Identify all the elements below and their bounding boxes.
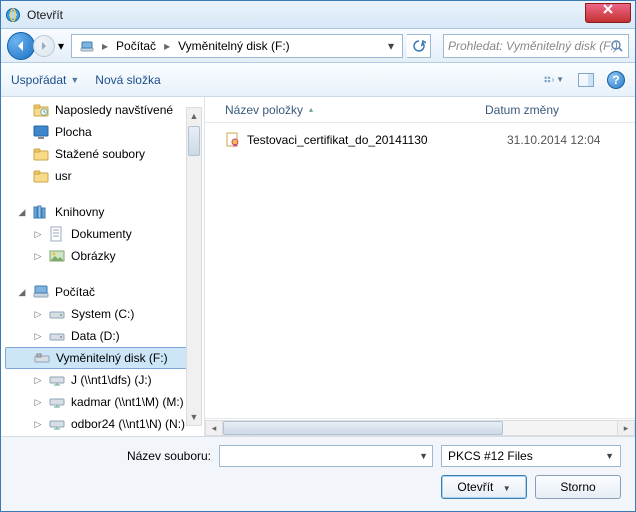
drive-icon [49,328,65,344]
view-mode-button[interactable]: ▼ [543,69,565,91]
sort-asc-icon: ▴ [309,105,313,114]
scroll-thumb[interactable] [188,126,200,156]
file-pane: Název položky ▴ Datum změny Testovaci_ce… [205,97,635,436]
forward-button[interactable] [33,35,55,57]
chevron-down-icon[interactable]: ▼ [419,451,428,461]
chevron-right-icon: ▸ [100,39,110,53]
documents-icon [49,226,65,242]
tree-item-drive-c[interactable]: ▷ System (C:) [1,303,204,325]
removable-drive-icon [34,350,50,366]
tree-item-drive-n[interactable]: ▷ odbor24 (\\nt1\N) (N:) [1,413,204,435]
titlebar: Otevřít [1,1,635,29]
network-drive-icon [49,416,65,432]
tree-item-downloads[interactable]: Stažené soubory [1,143,204,165]
file-row[interactable]: Testovaci_certifikat_do_20141130 31.10.2… [225,129,635,151]
filename-label: Název souboru: [15,449,211,463]
scroll-track[interactable] [223,420,617,436]
drive-icon [49,306,65,322]
search-placeholder: Prohledat: Vyměnitelný disk (F:) [448,39,618,53]
computer-icon [33,284,49,300]
file-date: 31.10.2014 12:04 [507,133,600,147]
breadcrumb-dropdown[interactable]: ▾ [382,39,400,53]
scroll-down-icon[interactable]: ▼ [187,409,201,425]
expander-icon[interactable]: ▷ [33,251,43,262]
tree-item-pictures[interactable]: ▷ Obrázky [1,245,204,267]
tree-item-recent[interactable]: Naposledy navštívené [1,99,204,121]
pictures-icon [49,248,65,264]
tree-item-drive-f[interactable]: Vyměnitelný disk (F:) [5,347,200,369]
expander-icon[interactable]: ▷ [33,309,43,320]
expander-icon[interactable]: ▷ [33,419,43,430]
file-list[interactable]: Testovaci_certifikat_do_20141130 31.10.2… [205,123,635,418]
footer: Název souboru: ▼ PKCS #12 Files ▼ Otevří… [1,436,635,511]
tree-item-libraries[interactable]: ◢ Knihovny [1,201,204,223]
column-name[interactable]: Název položky ▴ [225,103,485,117]
scroll-left-icon[interactable]: ◂ [205,420,223,436]
scroll-right-icon[interactable]: ▸ [617,420,635,436]
help-button[interactable]: ? [607,71,625,89]
filetype-filter[interactable]: PKCS #12 Files ▼ [441,445,621,467]
breadcrumb-segment-computer[interactable]: Počítač [110,37,162,55]
scroll-up-icon[interactable]: ▲ [187,108,201,124]
navbar: ▾ ▸ Počítač ▸ Vyměnitelný disk (F:) ▾ Pr… [1,29,635,63]
tree-item-drive-j[interactable]: ▷ J (\\nt1\dfs) (J:) [1,369,204,391]
new-folder-button[interactable]: Nová složka [95,73,160,87]
organize-button[interactable]: Uspořádat ▼ [11,73,79,87]
breadcrumb-segment-drive[interactable]: Vyměnitelný disk (F:) [172,37,296,55]
expander-icon[interactable]: ◢ [17,287,27,298]
column-date[interactable]: Datum změny [485,103,635,117]
scroll-thumb[interactable] [223,421,503,435]
expander-icon[interactable]: ▷ [33,397,43,408]
expander-icon[interactable]: ▷ [33,331,43,342]
certificate-icon [225,132,241,148]
search-input[interactable]: Prohledat: Vyměnitelný disk (F:) [443,34,629,58]
toolbar: Uspořádat ▼ Nová složka ▼ ? [1,63,635,97]
expander-icon[interactable]: ▷ [33,375,43,386]
refresh-button[interactable] [407,34,431,58]
back-button[interactable] [7,32,35,60]
cancel-button[interactable]: Storno [535,475,621,499]
ie-icon [5,7,21,23]
expander-icon[interactable]: ◢ [17,207,27,218]
open-button[interactable]: Otevřít ▼ [441,475,527,499]
chevron-down-icon: ▼ [70,75,79,85]
chevron-down-icon: ▼ [556,75,564,84]
tree-item-documents[interactable]: ▷ Dokumenty [1,223,204,245]
network-drive-icon [49,372,65,388]
tree-item-desktop[interactable]: Plocha [1,121,204,143]
network-drive-icon [49,394,65,410]
tree-item-usr[interactable]: usr [1,165,204,187]
open-dialog: Otevřít ▾ ▸ Počítač ▸ Vyměnitelný disk (… [0,0,636,512]
folder-icon [33,146,49,162]
nav-history-dropdown[interactable]: ▾ [55,36,67,56]
expander-icon[interactable]: ▷ [33,229,43,240]
file-name: Testovaci_certifikat_do_20141130 [247,133,501,147]
breadcrumb[interactable]: ▸ Počítač ▸ Vyměnitelný disk (F:) ▾ [71,34,403,58]
nav-buttons: ▾ [7,32,67,60]
tree-scrollbar[interactable]: ▲ ▼ [186,107,202,426]
recent-icon [33,102,49,118]
filename-input[interactable]: ▼ [219,445,433,467]
tree-item-drive-d[interactable]: ▷ Data (D:) [1,325,204,347]
breadcrumb-root-icon[interactable] [74,37,100,55]
search-icon [610,39,624,53]
chevron-right-icon: ▸ [162,39,172,53]
file-hscrollbar[interactable]: ◂ ▸ [205,418,635,436]
column-headers: Název položky ▴ Datum změny [205,97,635,123]
preview-pane-button[interactable] [575,69,597,91]
window-title: Otevřít [27,8,63,22]
nav-tree: Naposledy navštívené Plocha Stažené soub… [1,97,205,436]
folder-icon [33,168,49,184]
tree-item-drive-m[interactable]: ▷ kadmar (\\nt1\M) (M:) [1,391,204,413]
body: Naposledy navštívené Plocha Stažené soub… [1,97,635,436]
tree-item-computer[interactable]: ◢ Počítač [1,281,204,303]
desktop-icon [33,124,49,140]
split-button-arrow-icon[interactable]: ▼ [503,484,511,493]
libraries-icon [33,204,49,220]
close-button[interactable] [585,3,631,23]
chevron-down-icon: ▼ [605,451,614,461]
